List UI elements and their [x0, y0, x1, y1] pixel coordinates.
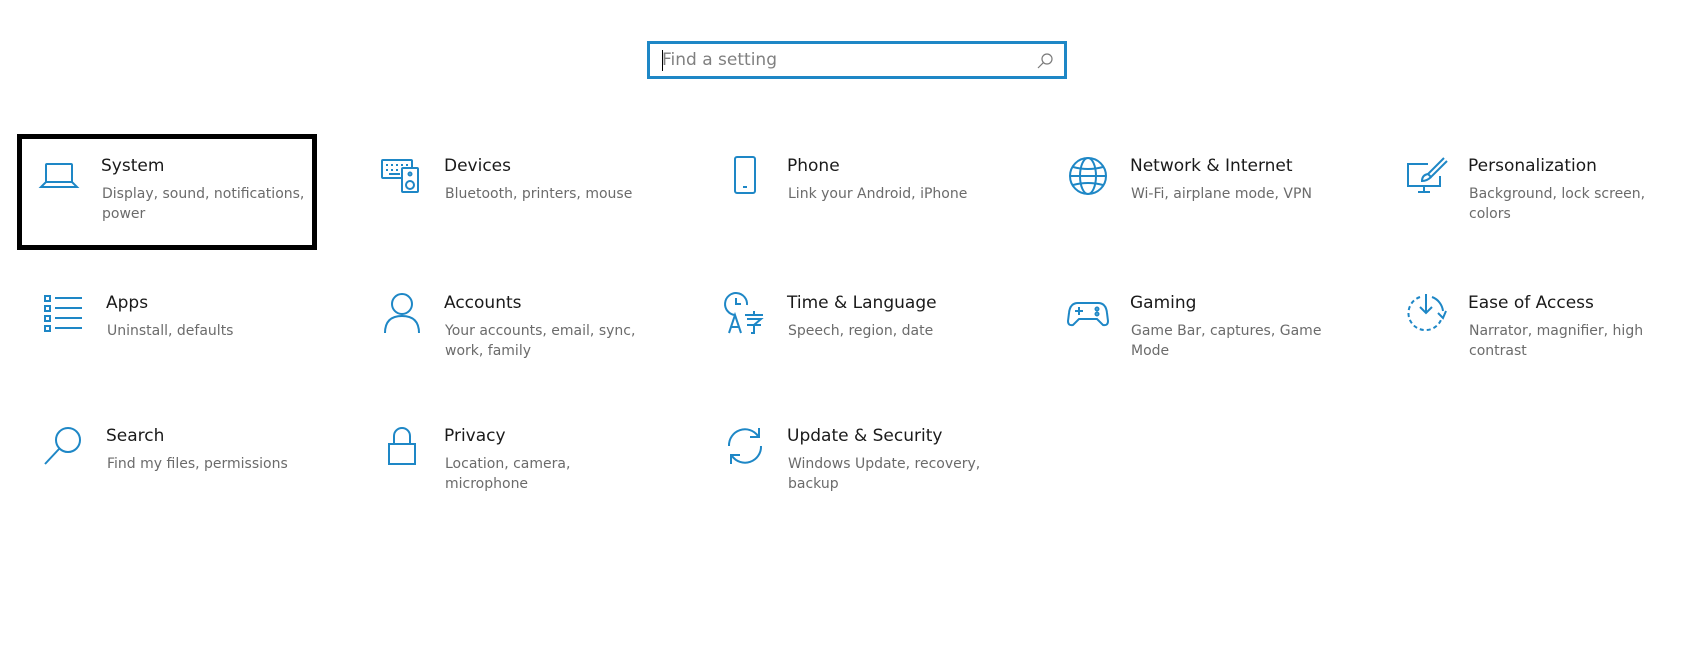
search-input[interactable] [662, 44, 1022, 76]
tile-title: Gaming [1130, 293, 1197, 313]
tile-description: Background, lock screen, colors [1469, 186, 1646, 222]
tile-title: Accounts [444, 293, 522, 313]
tile-description: Narrator, magnifier, high contrast [1469, 323, 1644, 359]
ease-of-access-icon [1404, 291, 1448, 335]
settings-tile-system[interactable]: System Display, sound, notifications, po… [17, 134, 317, 250]
magnifier-icon [42, 424, 86, 468]
tile-title: Phone [787, 156, 840, 176]
tile-description: Game Bar, captures, Game Mode [1131, 323, 1322, 359]
tile-title: Devices [444, 156, 511, 176]
tile-description: Link your Android, iPhone [788, 186, 968, 202]
tile-title: Ease of Access [1468, 293, 1594, 313]
settings-tile-gaming[interactable]: Gaming Game Bar, captures, Game Mode [1046, 271, 1346, 387]
settings-tile-network[interactable]: Network & Internet Wi-Fi, airplane mode,… [1046, 134, 1346, 250]
tile-title: Personalization [1468, 156, 1597, 176]
time-language-icon [723, 291, 767, 335]
tile-title: Time & Language [787, 293, 937, 313]
settings-tile-ease-of-access[interactable]: Ease of Access Narrator, magnifier, high… [1384, 271, 1684, 387]
tile-title: Network & Internet [1130, 156, 1293, 176]
tile-title: Update & Security [787, 426, 943, 446]
settings-tile-phone[interactable]: Phone Link your Android, iPhone [703, 134, 1003, 250]
paint-brush-icon [1404, 154, 1448, 198]
tile-title: System [101, 156, 165, 176]
tile-description: Display, sound, notifications, power [102, 186, 305, 222]
globe-icon [1066, 154, 1110, 198]
apps-list-icon [42, 291, 86, 335]
tile-description: Find my files, permissions [107, 456, 288, 472]
sync-arrows-icon [723, 424, 767, 468]
tile-title: Apps [106, 293, 149, 313]
search-icon[interactable] [1036, 52, 1054, 70]
tile-title: Privacy [444, 426, 506, 446]
tile-description: Uninstall, defaults [107, 323, 234, 339]
tile-description: Speech, region, date [788, 323, 934, 339]
settings-tile-apps[interactable]: Apps Uninstall, defaults [22, 271, 322, 387]
laptop-icon [37, 154, 81, 198]
tile-description: Windows Update, recovery, backup [788, 456, 981, 492]
settings-tile-privacy[interactable]: Privacy Location, camera, microphone [360, 404, 660, 520]
text-caret [662, 50, 663, 71]
keyboard-speaker-icon [380, 154, 424, 198]
settings-tile-update-security[interactable]: Update & Security Windows Update, recove… [703, 404, 1003, 520]
settings-tile-search[interactable]: Search Find my files, permissions [22, 404, 322, 520]
gamepad-icon [1066, 291, 1110, 335]
person-icon [380, 291, 424, 335]
settings-tile-personalization[interactable]: Personalization Background, lock screen,… [1384, 134, 1684, 250]
lock-icon [380, 424, 424, 468]
settings-tile-time-language[interactable]: Time & Language Speech, region, date [703, 271, 1003, 387]
tile-description: Bluetooth, printers, mouse [445, 186, 633, 202]
tile-description: Location, camera, microphone [445, 456, 571, 492]
tile-title: Search [106, 426, 165, 446]
settings-tile-devices[interactable]: Devices Bluetooth, printers, mouse [360, 134, 660, 250]
tile-description: Your accounts, email, sync, work, family [445, 323, 636, 359]
tile-description: Wi-Fi, airplane mode, VPN [1131, 186, 1312, 202]
settings-tile-accounts[interactable]: Accounts Your accounts, email, sync, wor… [360, 271, 660, 387]
phone-icon [723, 154, 767, 198]
search-box[interactable] [647, 41, 1067, 79]
